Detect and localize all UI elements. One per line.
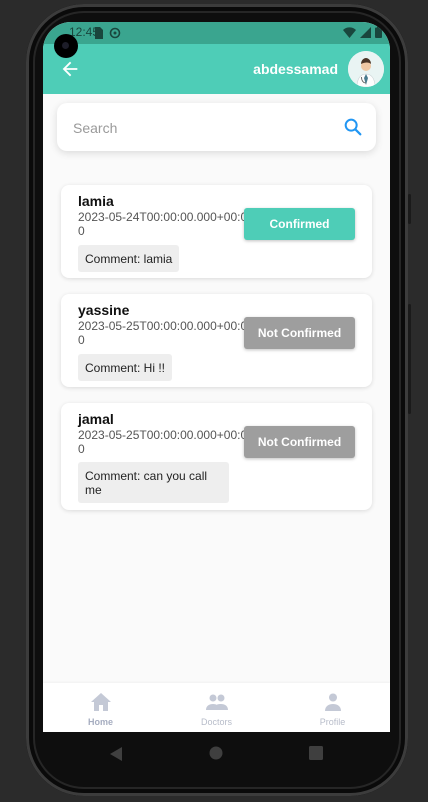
system-back-icon[interactable] <box>109 746 123 762</box>
appointment-card: jamal 2023-05-25T00:00:00.000+00:00 Comm… <box>61 403 372 510</box>
person-icon <box>324 693 341 711</box>
system-home-icon[interactable] <box>209 746 223 760</box>
appointment-card: yassine 2023-05-25T00:00:00.000+00:00 Co… <box>61 294 372 387</box>
side-button <box>408 304 411 414</box>
bottom-navigation: Home Doctors Profile <box>43 683 390 732</box>
username-label: abdessamad <box>253 61 338 77</box>
back-arrow-icon[interactable] <box>59 58 81 80</box>
nav-item-home[interactable]: Home <box>43 683 158 732</box>
wifi-icon <box>343 26 356 38</box>
appointment-comment: Comment: lamia <box>78 245 180 272</box>
system-status-icons <box>343 26 382 38</box>
search-bar <box>57 103 376 151</box>
appointment-comment: Comment: Hi !! <box>78 354 173 381</box>
home-icon <box>90 693 111 711</box>
patient-name: lamia <box>78 193 114 209</box>
battery-icon <box>375 26 382 38</box>
system-navigation-bar <box>43 732 390 776</box>
appointment-comment: Comment: can you call me <box>78 462 229 503</box>
appointment-card: lamia 2023-05-24T00:00:00.000+00:00 Comm… <box>61 185 372 278</box>
app-bar: abdessamad <box>43 44 390 94</box>
sim-card-icon <box>95 27 103 39</box>
side-button <box>408 194 411 224</box>
nav-item-doctors[interactable]: Doctors <box>159 683 274 732</box>
notification-icons <box>93 27 121 39</box>
people-icon <box>205 694 228 710</box>
patient-name: jamal <box>78 411 114 427</box>
status-bar: 12:45 <box>43 22 390 44</box>
search-input[interactable] <box>71 116 335 140</box>
status-button[interactable]: Not Confirmed <box>244 426 355 458</box>
system-recents-icon[interactable] <box>309 746 323 760</box>
signal-icon <box>360 26 371 38</box>
nav-label-doctors: Doctors <box>200 717 232 727</box>
nav-item-profile[interactable]: Profile <box>275 683 390 732</box>
nav-label-profile: Profile <box>319 717 346 727</box>
search-icon[interactable] <box>342 116 364 138</box>
status-button[interactable]: Not Confirmed <box>244 317 355 349</box>
app-screen: 12:45 abdessamad lamia <box>43 22 390 732</box>
doctor-avatar[interactable] <box>348 51 384 87</box>
patient-name: yassine <box>78 302 130 318</box>
doctor-avatar-image <box>348 51 384 87</box>
appointment-date: 2023-05-24T00:00:00.000+00:00 <box>78 210 248 238</box>
appointment-date: 2023-05-25T00:00:00.000+00:00 <box>78 428 248 456</box>
status-button[interactable]: Confirmed <box>244 208 355 240</box>
sync-icon <box>109 27 121 39</box>
nav-label-home: Home <box>87 717 113 727</box>
front-camera <box>54 34 78 58</box>
appointment-date: 2023-05-25T00:00:00.000+00:00 <box>78 319 248 347</box>
